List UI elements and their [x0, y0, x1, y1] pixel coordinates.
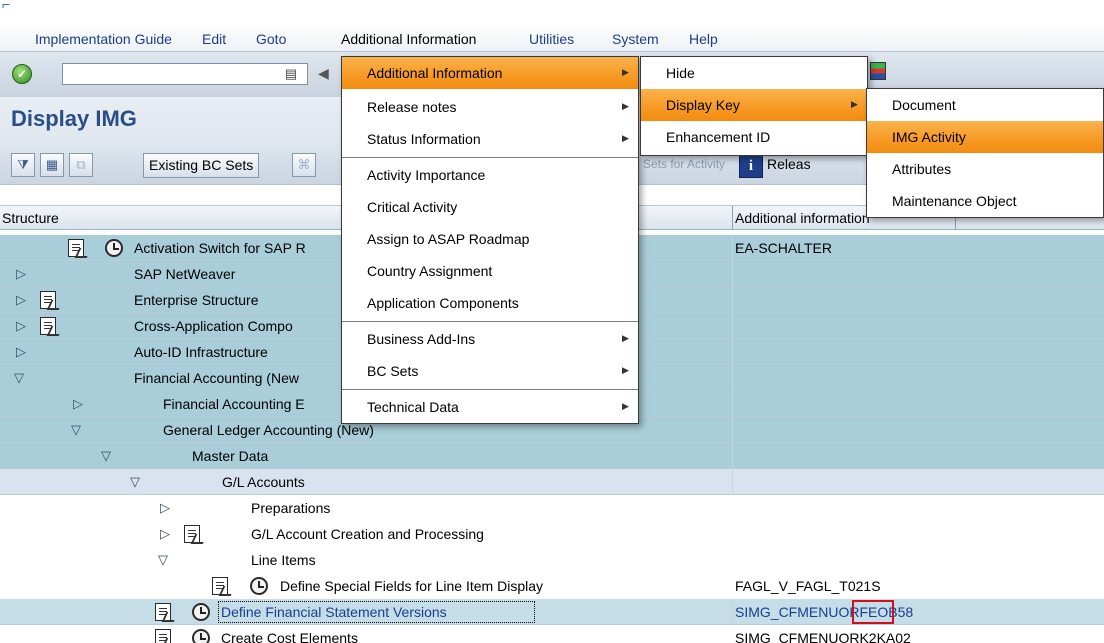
tree-row[interactable]: ▽ Master Data	[0, 443, 1104, 469]
tree-node-label[interactable]: Cross-Application Compo	[134, 318, 293, 334]
menu-item-additional-information[interactable]: Additional Information ▶	[342, 57, 638, 89]
tree-node-label[interactable]: Preparations	[251, 500, 330, 516]
find-icon[interactable]: ▦	[40, 153, 64, 177]
menu-item-country-assignment[interactable]: Country Assignment	[342, 255, 638, 287]
expand-triangle-icon[interactable]: ▷	[160, 526, 170, 542]
tree-node-label[interactable]: G/L Account Creation and Processing	[251, 526, 484, 542]
menu-edit[interactable]: Edit	[202, 31, 226, 47]
existing-bc-sets-button[interactable]: Existing BC Sets	[143, 153, 260, 178]
menu-goto[interactable]: Goto	[256, 31, 286, 47]
tree-row[interactable]: ▽ Line Items	[0, 547, 1104, 573]
display-key-submenu: Document IMG Activity Attributes Mainten…	[866, 88, 1104, 218]
tree-row[interactable]: Define Special Fields for Line Item Disp…	[0, 573, 1104, 599]
column-divider[interactable]	[732, 206, 733, 230]
menu-item-critical-activity[interactable]: Critical Activity	[342, 191, 638, 223]
tree-row[interactable]: Create Cost Elements SIMG_CFMENUORK2KA02	[0, 625, 1104, 643]
execute-activity-icon[interactable]	[192, 603, 210, 621]
menu-implementation-guide[interactable]: Implementation Guide	[35, 31, 172, 47]
additional-information-submenu: Hide Display Key ▶ Enhancement ID	[640, 56, 868, 156]
tree-row[interactable]: ▽ G/L Accounts	[0, 469, 1104, 495]
layout-icon[interactable]	[870, 62, 886, 80]
command-history-icon[interactable]: ▤	[284, 66, 298, 82]
collapse-triangle-icon[interactable]: ▽	[71, 422, 81, 438]
additional-info-value: FAGL_V_FAGL_T021S	[735, 578, 881, 594]
bc-set-disabled-icon: ⌘	[292, 153, 316, 177]
documentation-icon[interactable]	[68, 239, 84, 257]
collapse-triangle-icon[interactable]: ▽	[101, 448, 111, 464]
documentation-icon[interactable]	[184, 525, 200, 543]
menu-corner-icon[interactable]: ⌐	[2, 0, 10, 12]
documentation-icon[interactable]	[40, 291, 56, 309]
command-field[interactable]	[62, 63, 308, 85]
menu-additional-information[interactable]: Additional Information	[341, 31, 476, 47]
menu-bar: Implementation Guide Edit Goto Additiona…	[0, 25, 1104, 52]
documentation-icon[interactable]	[155, 603, 171, 621]
menu-item-display-key[interactable]: Display Key ▶	[641, 89, 867, 121]
expand-triangle-icon[interactable]: ▷	[16, 266, 26, 282]
menu-item-maintenance-object[interactable]: Maintenance Object	[867, 185, 1103, 217]
execute-activity-icon[interactable]	[192, 629, 210, 643]
menu-item-activity-importance[interactable]: Activity Importance	[342, 159, 638, 191]
expand-triangle-icon[interactable]: ▷	[160, 500, 170, 516]
tree-node-label[interactable]: Line Items	[251, 552, 316, 568]
tree-node-label[interactable]: Define Special Fields for Line Item Disp…	[280, 578, 543, 594]
menu-item-document[interactable]: Document	[867, 89, 1103, 121]
highlight-box	[852, 600, 894, 624]
collapse-triangle-icon[interactable]: ▽	[14, 370, 24, 386]
top-strip	[0, 0, 1104, 25]
menu-item-hide[interactable]: Hide	[641, 57, 867, 89]
menu-item-business-add-ins[interactable]: Business Add-Ins ▶	[342, 323, 638, 355]
back-arrow-icon[interactable]: ◀	[318, 65, 329, 82]
tree-node-label[interactable]: General Ledger Accounting (New)	[163, 422, 374, 438]
additional-information-menu: Additional Information ▶ Release notes ▶ S…	[341, 56, 639, 424]
tree-row-selected[interactable]: Define Financial Statement Versions SIMG…	[0, 599, 1104, 625]
expand-all-icon[interactable]: ⧩	[11, 153, 35, 177]
expand-triangle-icon[interactable]: ▷	[16, 292, 26, 308]
menu-item-release-notes[interactable]: Release notes ▶	[342, 91, 638, 123]
menu-item-img-activity[interactable]: IMG Activity	[867, 121, 1103, 153]
expand-triangle-icon[interactable]: ▷	[16, 344, 26, 360]
tree-node-label[interactable]: G/L Accounts	[222, 474, 305, 490]
additional-info-value: EA-SCHALTER	[735, 240, 832, 256]
documentation-icon[interactable]	[155, 629, 171, 643]
tree-node-label[interactable]: Master Data	[192, 448, 268, 464]
expand-triangle-icon[interactable]: ▷	[73, 396, 83, 412]
collapse-triangle-icon[interactable]: ▽	[158, 552, 168, 568]
release-notes-button[interactable]: Releas	[762, 153, 816, 178]
menu-utilities[interactable]: Utilities	[529, 31, 574, 47]
documentation-icon[interactable]	[212, 577, 228, 595]
execute-activity-icon[interactable]	[105, 239, 123, 257]
expand-triangle-icon[interactable]: ▷	[16, 318, 26, 334]
column-header-additional-info[interactable]: Additional information	[735, 210, 870, 226]
collapse-triangle-icon[interactable]: ▽	[130, 474, 140, 490]
tree-node-label[interactable]: Create Cost Elements	[221, 630, 358, 643]
menu-system[interactable]: System	[612, 31, 659, 47]
column-header-structure[interactable]: Structure	[2, 210, 59, 226]
enter-check-icon[interactable]: ✓	[12, 64, 32, 84]
tree-node-label[interactable]: Auto-ID Infrastructure	[134, 344, 268, 360]
menu-item-assign-asap-roadmap[interactable]: Assign to ASAP Roadmap	[342, 223, 638, 255]
documentation-icon[interactable]	[40, 317, 56, 335]
info-icon[interactable]: i	[739, 153, 763, 178]
tree-node-label[interactable]: Enterprise Structure	[134, 292, 259, 308]
tree-node-label[interactable]: Financial Accounting (New	[134, 370, 299, 386]
menu-help[interactable]: Help	[689, 31, 718, 47]
menu-item-status-information[interactable]: Status Information ▶	[342, 123, 638, 155]
execute-activity-icon[interactable]	[250, 577, 268, 595]
menu-item-technical-data[interactable]: Technical Data ▶	[342, 391, 638, 423]
tree-node-label[interactable]: Financial Accounting E	[163, 396, 305, 412]
tree-row[interactable]: ▷ Preparations	[0, 495, 1104, 521]
page-title: Display IMG	[11, 106, 137, 131]
tree-node-label[interactable]: Activation Switch for SAP R	[134, 240, 306, 256]
find-next-icon[interactable]: ⧉	[69, 153, 93, 177]
bc-sets-for-activity-button: Sets for Activity	[643, 157, 726, 171]
menu-item-bc-sets[interactable]: BC Sets ▶	[342, 355, 638, 387]
menu-item-enhancement-id[interactable]: Enhancement ID	[641, 121, 867, 153]
tree-node-label[interactable]: SAP NetWeaver	[134, 266, 235, 282]
tree-row[interactable]: ▷ G/L Account Creation and Processing	[0, 521, 1104, 547]
menu-item-application-components[interactable]: Application Components	[342, 287, 638, 319]
tree-node-label[interactable]: Define Financial Statement Versions	[221, 604, 447, 620]
additional-info-value: SIMG_CFMENUORK2KA02	[735, 630, 911, 643]
menu-item-attributes[interactable]: Attributes	[867, 153, 1103, 185]
